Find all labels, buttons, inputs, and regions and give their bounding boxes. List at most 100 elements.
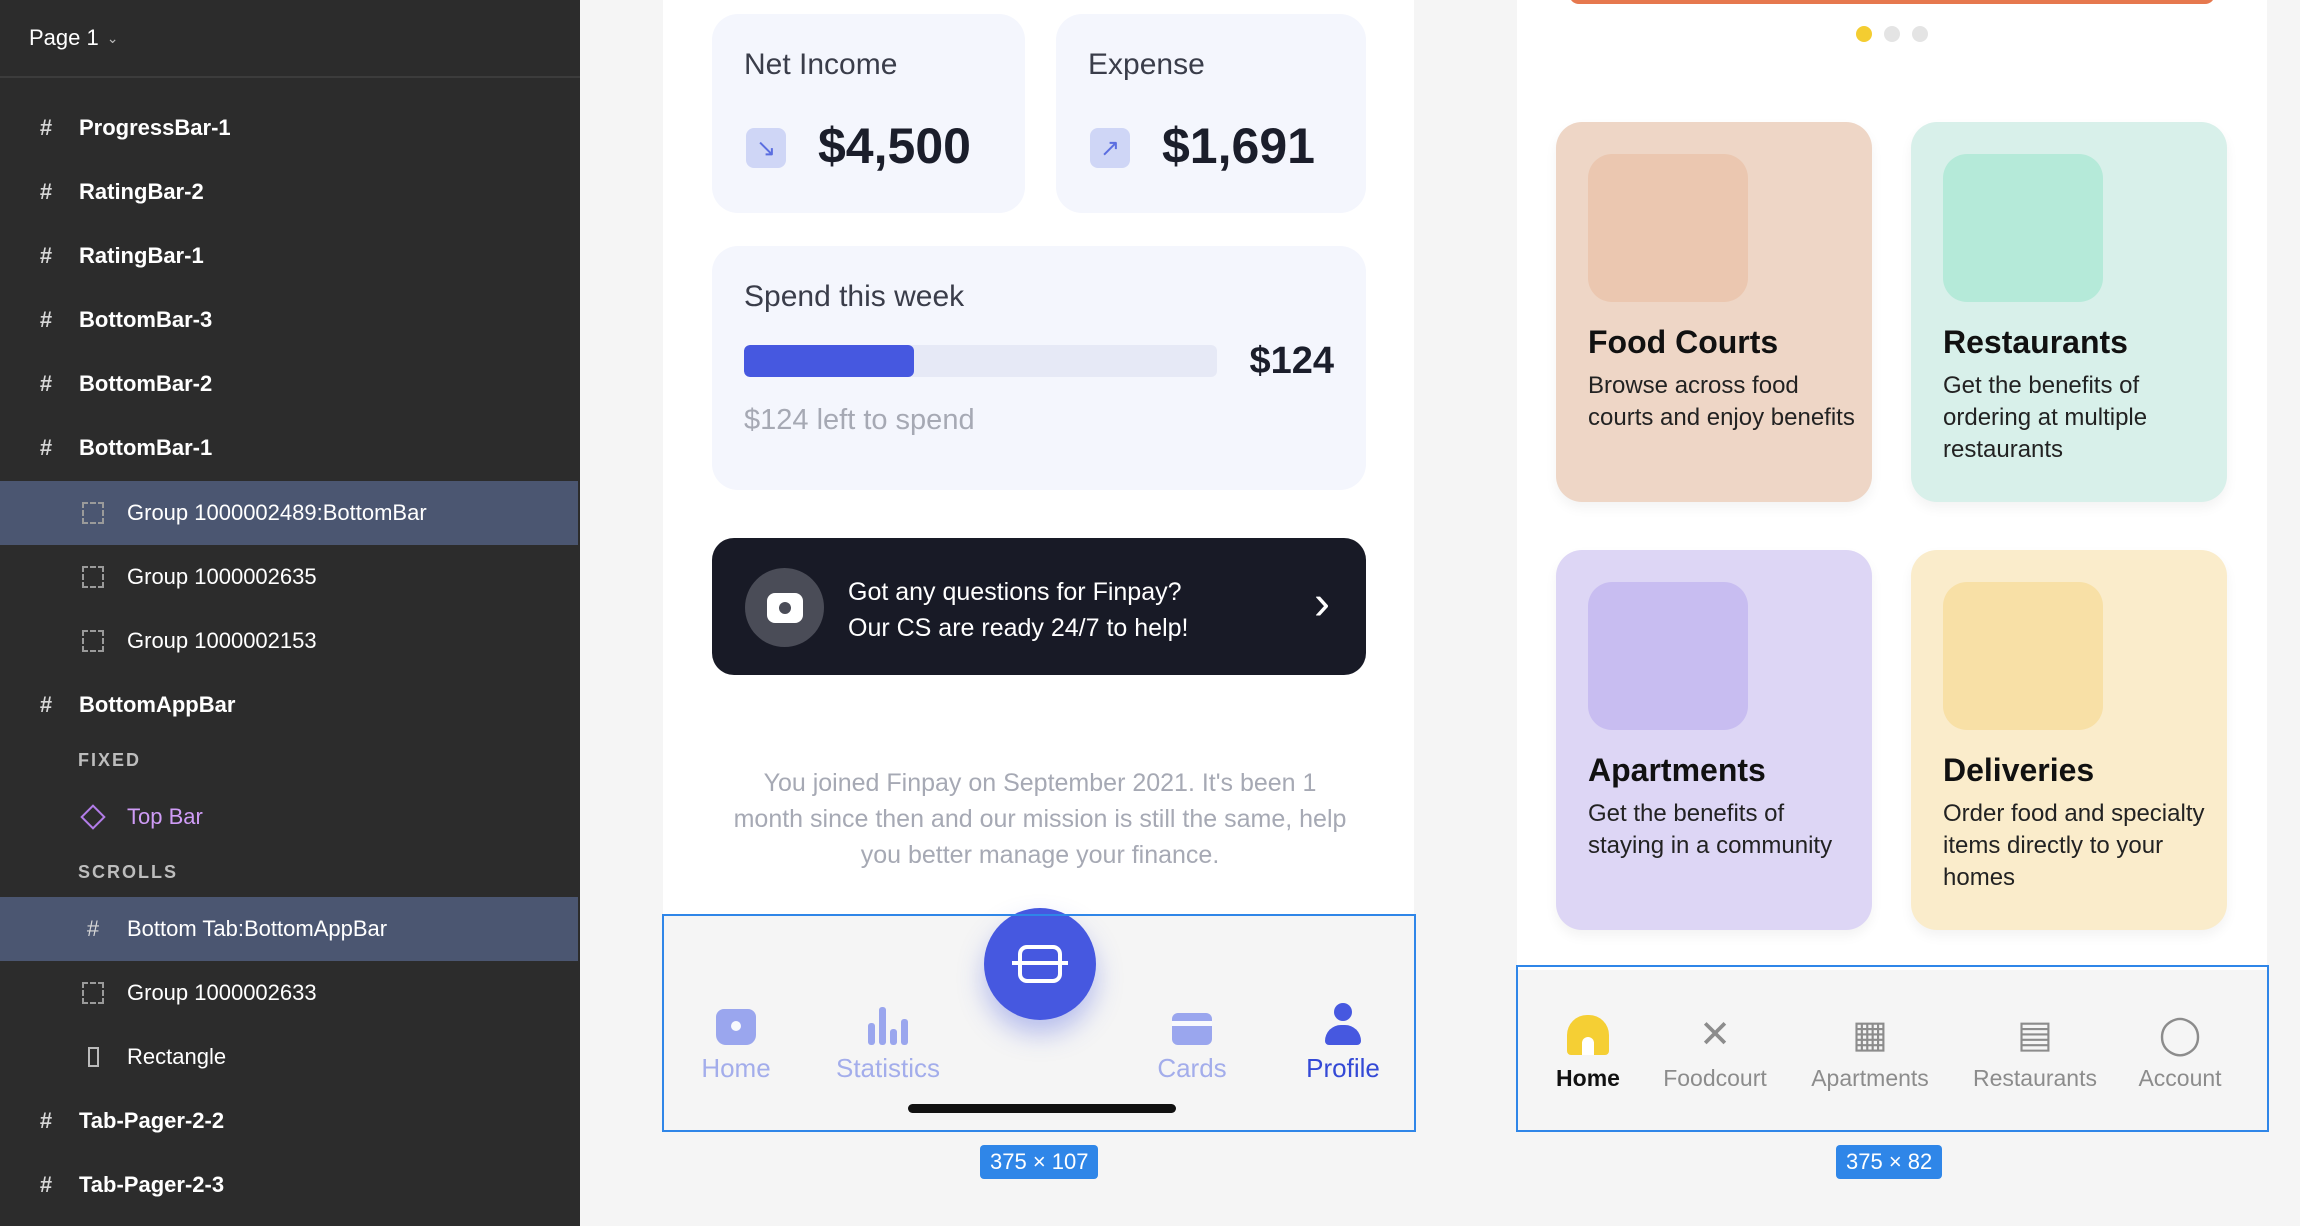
carousel-dot[interactable] xyxy=(1884,26,1900,42)
layer-label: Group 1000002153 xyxy=(127,628,317,653)
layer-frame[interactable]: # RatingBar-1 xyxy=(0,224,578,288)
spend-left-text: $124 left to spend xyxy=(744,404,975,436)
layer-label: Group 1000002633 xyxy=(127,980,317,1005)
tile-restaurants[interactable]: Restaurants Get the benefits of ordering… xyxy=(1911,122,2227,502)
component-icon xyxy=(79,804,107,830)
layer-label: Bottom Tab:BottomAppBar xyxy=(127,916,388,941)
rectangle-icon xyxy=(79,1047,107,1067)
group-icon xyxy=(79,982,107,1004)
spend-amount: $124 xyxy=(1249,340,1334,382)
layer-label: Group 1000002635 xyxy=(127,564,317,589)
selection-outline-bottom-bar xyxy=(1516,965,2269,1132)
size-tag: 375 × 107 xyxy=(980,1145,1099,1179)
tile-desc: Browse across food courts and enjoy bene… xyxy=(1588,372,1855,431)
layer-frame[interactable]: # Tab-Pager-2-3 xyxy=(0,1153,578,1217)
layer-label: BottomAppBar xyxy=(79,692,236,717)
tile-image xyxy=(1588,154,1748,302)
frame-icon: # xyxy=(39,435,53,460)
layer-label: BottomBar-2 xyxy=(79,371,213,396)
layer-frame[interactable]: # BottomBar-3 xyxy=(0,288,578,352)
section-label-fixed: FIXED xyxy=(78,750,142,770)
carousel-banner[interactable] xyxy=(1569,0,2215,4)
cs-line-1: Got any questions for Finpay? xyxy=(848,578,1182,606)
section-label-scrolls: SCROLLS xyxy=(78,862,179,882)
layer-label: RatingBar-1 xyxy=(79,243,204,268)
layer-frame[interactable]: # BottomBar-2 xyxy=(0,352,578,416)
frame-icon: # xyxy=(39,371,53,396)
tile-desc: Order food and specialty items directly … xyxy=(1943,800,2205,891)
selection-outline-bottom-app-bar xyxy=(662,914,1416,1132)
layer-label: Tab-Pager-2-2 xyxy=(79,1108,225,1133)
spend-progress-bar xyxy=(744,345,1217,377)
net-income-card[interactable]: Net Income ↘ $4,500 xyxy=(712,14,1025,213)
carousel-dots xyxy=(1856,26,1928,42)
tile-desc: Get the benefits of ordering at multiple… xyxy=(1943,372,2148,463)
expense-amount: $1,691 xyxy=(1162,118,1315,174)
layer-label: ProgressBar-1 xyxy=(79,115,231,140)
layer-frame[interactable]: # BottomBar-1 xyxy=(0,416,578,480)
net-income-label: Net Income xyxy=(744,48,898,81)
tile-food-courts[interactable]: Food Courts Browse across food courts an… xyxy=(1556,122,1872,502)
tile-image xyxy=(1588,582,1748,730)
chat-icon xyxy=(745,568,824,647)
frame-icon: # xyxy=(39,307,53,332)
tile-image xyxy=(1943,582,2103,730)
layer-group[interactable]: Group 1000002633 xyxy=(0,961,578,1025)
group-icon xyxy=(79,502,107,524)
net-income-amount: $4,500 xyxy=(818,118,971,174)
page-name: Page 1 xyxy=(29,25,99,50)
layer-frame[interactable]: # Bottom Tab:BottomAppBar xyxy=(0,897,578,961)
frame-icon: # xyxy=(39,115,53,140)
layer-label: Top Bar xyxy=(127,804,203,829)
layer-label: Group 1000002489:BottomBar xyxy=(127,500,427,525)
layer-label: RatingBar-2 xyxy=(79,179,204,204)
layer-component[interactable]: Top Bar xyxy=(0,785,578,849)
cs-help-banner[interactable]: Got any questions for Finpay? Our CS are… xyxy=(712,538,1366,675)
group-icon xyxy=(79,566,107,588)
spend-title: Spend this week xyxy=(744,280,965,313)
tile-title: Restaurants xyxy=(1943,324,2128,360)
frame-icon: # xyxy=(39,1172,53,1197)
layer-frame[interactable]: # Tab-Pager-2-2 xyxy=(0,1089,578,1153)
frame-icon: # xyxy=(39,1108,53,1133)
group-icon xyxy=(79,630,107,652)
layer-label: BottomBar-1 xyxy=(79,435,213,460)
spend-card[interactable]: Spend this week $124 $124 left to spend xyxy=(712,246,1366,490)
layer-frame[interactable]: # ProgressBar-1 xyxy=(0,96,578,160)
chevron-right-icon: › xyxy=(1314,577,1330,630)
size-tag: 375 × 82 xyxy=(1836,1145,1943,1179)
chevron-down-icon: ⌄ xyxy=(106,29,119,46)
layer-label: Rectangle xyxy=(127,1044,227,1069)
expense-arrow-icon: ↗ xyxy=(1090,128,1130,168)
carousel-dot[interactable] xyxy=(1912,26,1928,42)
cs-line-2: Our CS are ready 24/7 to help! xyxy=(848,614,1189,642)
cs-text: Got any questions for Finpay? Our CS are… xyxy=(848,574,1188,646)
expense-card[interactable]: Expense ↗ $1,691 xyxy=(1056,14,1366,213)
layer-group[interactable]: Group 1000002635 xyxy=(0,545,578,609)
carousel-dot[interactable] xyxy=(1856,26,1872,42)
tile-desc: Get the benefits of staying in a communi… xyxy=(1588,800,1833,859)
layers-panel: Page 1 ⌄ # ProgressBar-1 # RatingBar-2 #… xyxy=(0,0,580,1226)
layer-group[interactable]: Group 1000002489:BottomBar xyxy=(0,481,578,545)
frame-icon: # xyxy=(39,179,53,204)
layer-frame[interactable]: # BottomAppBar xyxy=(0,673,578,737)
tile-apartments[interactable]: Apartments Get the benefits of staying i… xyxy=(1556,550,1872,930)
frame-icon: # xyxy=(39,692,53,717)
layer-frame[interactable]: # RatingBar-2 xyxy=(0,160,578,224)
layer-group[interactable]: Group 1000002153 xyxy=(0,609,578,673)
tile-image xyxy=(1943,154,2103,302)
tile-title: Apartments xyxy=(1588,752,1766,788)
layer-label: Tab-Pager-2-3 xyxy=(79,1172,225,1197)
frame-icon: # xyxy=(39,243,53,268)
joined-text: You joined Finpay on September 2021. It'… xyxy=(733,769,1347,869)
tile-title: Food Courts xyxy=(1588,324,1779,360)
expense-label: Expense xyxy=(1088,48,1205,81)
layer-rectangle[interactable]: Rectangle xyxy=(0,1025,578,1089)
page-selector[interactable]: Page 1 ⌄ xyxy=(0,0,580,78)
tile-title: Deliveries xyxy=(1943,752,2095,788)
spend-progress-fill xyxy=(744,345,915,377)
tile-deliveries[interactable]: Deliveries Order food and specialty item… xyxy=(1911,550,2227,930)
layer-label: BottomBar-3 xyxy=(79,307,213,332)
finpay-screen: Net Income ↘ $4,500 Expense ↗ $1,691 Spe… xyxy=(663,0,1414,915)
frame-icon: # xyxy=(86,916,100,941)
